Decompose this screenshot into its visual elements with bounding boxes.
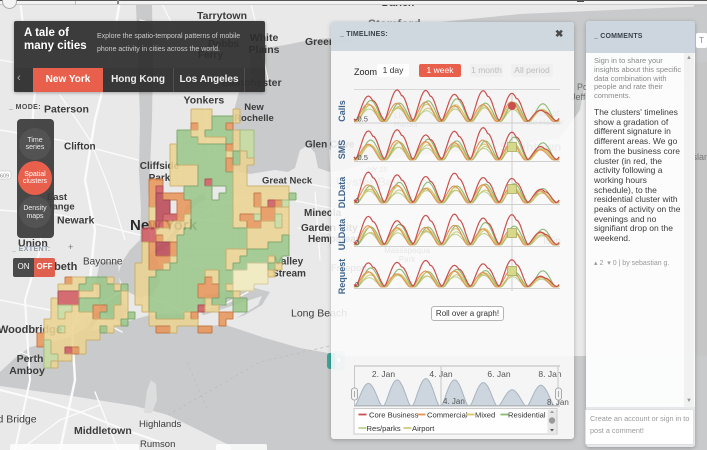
svg-text:Core Business: Core Business (369, 411, 419, 420)
svg-text:0: 0 (355, 238, 359, 247)
svg-text:ULData: ULData (337, 218, 347, 250)
svg-text:Commercial: Commercial (427, 411, 468, 420)
svg-text:6. Jan: 6. Jan (487, 369, 510, 379)
svg-text:Residential: Residential (508, 411, 546, 420)
svg-text:2. Jan: 2. Jan (372, 369, 395, 379)
svg-text:Mixed: Mixed (475, 411, 495, 420)
svg-text:0: 0 (355, 196, 359, 205)
svg-text:Request: Request (337, 259, 347, 295)
svg-text:Calls: Calls (337, 100, 347, 122)
svg-text:SMS: SMS (337, 140, 347, 160)
svg-text:Airport: Airport (412, 424, 435, 433)
svg-text:0: 0 (355, 280, 359, 289)
svg-text:-0.5: -0.5 (355, 115, 368, 124)
svg-text:-0.5: -0.5 (355, 153, 368, 162)
svg-text:Res/parks: Res/parks (367, 424, 401, 433)
svg-text:DLData: DLData (337, 176, 347, 208)
svg-text:4. Jan: 4. Jan (443, 397, 465, 406)
